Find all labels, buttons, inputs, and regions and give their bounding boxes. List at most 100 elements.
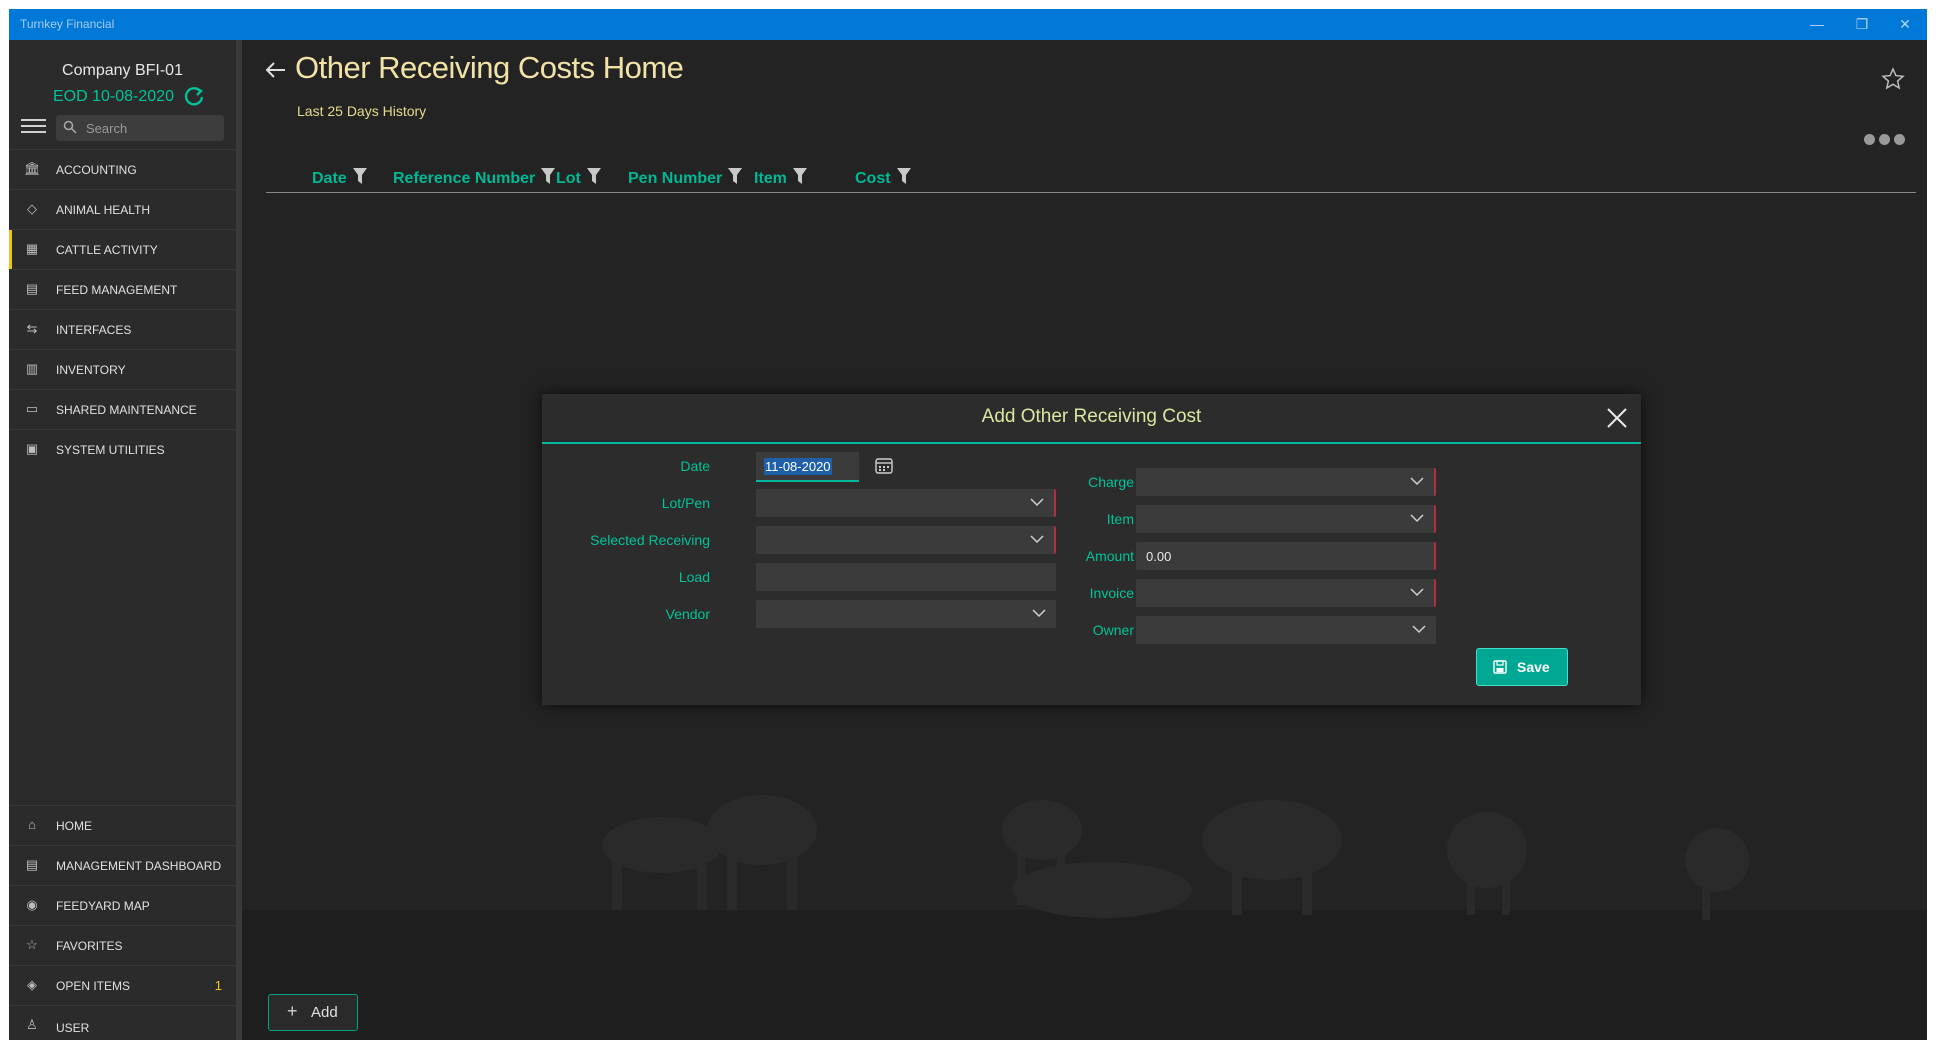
sidebar-item-label: FEED MANAGEMENT — [56, 283, 178, 297]
nav-bottom: ⌂ HOME ▤ MANAGEMENT DASHBOARD ◉ FEEDYARD… — [9, 805, 236, 1040]
search-placeholder: Search — [86, 121, 128, 136]
filter-icon[interactable] — [728, 168, 743, 184]
dashboard-icon: ▤ — [25, 857, 39, 872]
chevron-down-icon — [1030, 498, 1044, 507]
sidebar-item-label: SYSTEM UTILITIES — [56, 443, 165, 457]
date-value: 11-08-2020 — [764, 458, 832, 475]
search-input[interactable]: Search — [56, 115, 224, 141]
sidebar-item-management-dashboard[interactable]: ▤ MANAGEMENT DASHBOARD — [9, 845, 236, 885]
dialog-header-divider — [542, 442, 1641, 444]
tag-icon: ◇ — [27, 201, 37, 216]
invoice-label: Invoice — [1089, 585, 1134, 601]
column-label: Item — [754, 170, 787, 187]
minimize-button[interactable]: — — [1802, 14, 1832, 34]
filter-icon[interactable] — [792, 168, 807, 184]
column-item[interactable]: Item — [754, 168, 807, 188]
sidebar-item-label: CATTLE ACTIVITY — [56, 243, 158, 257]
item-select[interactable] — [1136, 505, 1436, 533]
add-cost-dialog: Add Other Receiving Cost Date 11-08-2020… — [542, 394, 1641, 705]
sidebar-item-feedyard-map[interactable]: ◉ FEEDYARD MAP — [9, 885, 236, 925]
cattle-silhouette-background — [242, 795, 1927, 1040]
feed-icon: ▤ — [25, 281, 39, 296]
sidebar-item-user[interactable]: ♙ USER — [9, 1005, 236, 1040]
chevron-down-icon — [1410, 588, 1424, 597]
chevron-down-icon — [1412, 625, 1426, 634]
folder-icon: ▭ — [25, 401, 39, 416]
column-label: Date — [312, 170, 347, 187]
sidebar-item-home[interactable]: ⌂ HOME — [9, 805, 236, 845]
sidebar-item-feed-management[interactable]: ▤ FEED MANAGEMENT — [9, 269, 236, 309]
plus-icon: + — [287, 1001, 298, 1021]
amount-label: Amount — [1085, 548, 1134, 564]
sidebar-item-accounting[interactable]: 🏛 ACCOUNTING — [9, 149, 236, 189]
sidebar-item-favorites[interactable]: ☆ FAVORITES — [9, 925, 236, 965]
date-field[interactable]: 11-08-2020 — [756, 452, 859, 482]
column-label: Cost — [855, 170, 891, 187]
chevron-down-icon — [1030, 535, 1044, 544]
column-cost[interactable]: Cost — [855, 168, 911, 188]
company-name: Company BFI-01 — [62, 62, 183, 79]
layers-icon: ◈ — [27, 977, 37, 992]
owner-select[interactable] — [1136, 616, 1436, 644]
refresh-icon[interactable] — [183, 85, 205, 107]
filter-icon[interactable] — [896, 168, 911, 184]
filter-icon[interactable] — [541, 168, 556, 184]
sidebar-item-cattle-activity[interactable]: ▦ CATTLE ACTIVITY — [9, 229, 236, 269]
add-button[interactable]: + Add — [268, 994, 358, 1031]
column-lot[interactable]: Lot — [556, 168, 601, 188]
sidebar-item-inventory[interactable]: ▥ INVENTORY — [9, 349, 236, 389]
column-label: Reference Number — [393, 170, 536, 187]
page-title: Other Receiving Costs Home — [295, 50, 684, 85]
sidebar-item-label: MANAGEMENT DASHBOARD — [56, 859, 222, 873]
hamburger-menu-icon[interactable] — [21, 119, 46, 135]
sidebar-item-system-utilities[interactable]: ▣ SYSTEM UTILITIES — [9, 429, 236, 469]
sidebar-item-open-items[interactable]: ◈ OPEN ITEMS 1 — [9, 965, 236, 1005]
close-window-button[interactable]: ✕ — [1890, 14, 1920, 34]
chevron-down-icon — [1410, 477, 1424, 486]
column-label: Lot — [556, 170, 581, 187]
window-title: Turnkey Financial — [20, 17, 115, 31]
column-date[interactable]: Date — [312, 168, 367, 188]
sidebar-item-label: FEEDYARD MAP — [56, 899, 150, 913]
chevron-down-icon — [1032, 609, 1046, 618]
filter-icon[interactable] — [586, 168, 601, 184]
interfaces-icon: ⇆ — [26, 321, 38, 336]
amount-input[interactable]: 0.00 — [1136, 542, 1436, 570]
table-header: Date Reference Number Lot Pen Number Ite… — [266, 158, 1916, 193]
favorite-star-icon[interactable] — [1881, 67, 1905, 91]
charge-select[interactable] — [1136, 468, 1436, 496]
calendar-icon[interactable] — [875, 456, 893, 474]
column-pen-number[interactable]: Pen Number — [628, 168, 743, 188]
save-button-label: Save — [1517, 659, 1550, 675]
home-icon: ⌂ — [28, 817, 36, 832]
sidebar-item-label: HOME — [56, 819, 92, 833]
sidebar-item-interfaces[interactable]: ⇆ INTERFACES — [9, 309, 236, 349]
save-button[interactable]: Save — [1476, 648, 1568, 686]
close-icon[interactable] — [1605, 406, 1629, 430]
date-label: Date — [680, 458, 710, 474]
sidebar-item-label: USER — [56, 1021, 90, 1035]
lot-pen-label: Lot/Pen — [661, 495, 710, 511]
search-icon — [63, 120, 77, 134]
sidebar-item-label: INTERFACES — [56, 323, 132, 337]
sidebar-item-animal-health[interactable]: ◇ ANIMAL HEALTH — [9, 189, 236, 229]
sidebar-item-label: SHARED MAINTENANCE — [56, 403, 197, 417]
column-reference-number[interactable]: Reference Number — [393, 168, 556, 188]
add-button-label: Add — [311, 1004, 338, 1021]
chevron-down-icon — [1410, 514, 1424, 523]
sidebar-item-shared-maintenance[interactable]: ▭ SHARED MAINTENANCE — [9, 389, 236, 429]
grid-icon: ▦ — [25, 241, 39, 256]
column-label: Pen Number — [628, 170, 723, 187]
globe-icon: ◉ — [26, 897, 38, 912]
load-label: Load — [678, 569, 710, 585]
back-arrow-icon[interactable] — [264, 58, 288, 82]
save-icon — [1493, 660, 1507, 674]
owner-label: Owner — [1092, 622, 1134, 638]
dialog-title: Add Other Receiving Cost — [981, 406, 1202, 427]
selected-receiving-label: Selected Receiving — [590, 532, 710, 548]
filter-icon[interactable] — [352, 168, 367, 184]
more-options-icon[interactable] — [1864, 132, 1909, 146]
bank-icon: 🏛 — [24, 161, 41, 176]
restore-button[interactable]: ❐ — [1847, 14, 1877, 34]
invoice-select[interactable] — [1136, 579, 1436, 607]
